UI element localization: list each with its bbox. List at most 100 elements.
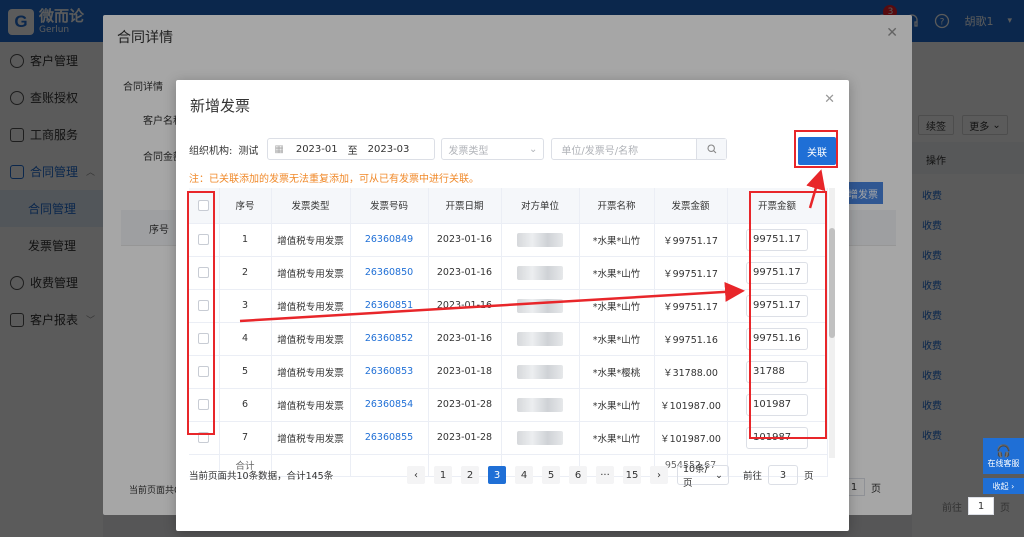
- cell-invoice-no[interactable]: 26360855: [350, 421, 429, 455]
- prev-page-button[interactable]: ‹: [407, 466, 425, 484]
- row-select-cell[interactable]: [189, 355, 220, 389]
- row-checkbox[interactable]: [198, 300, 210, 311]
- cell-amount: ￥99751.16: [654, 322, 728, 356]
- cell-date: 2023-01-16: [428, 322, 502, 356]
- table-row[interactable]: 4 增值税专用发票 26360852 2023-01-16 *水果*山竹 ￥99751.1…: [189, 322, 828, 356]
- cell-amount: ￥99751.17: [654, 256, 728, 290]
- scrollbar-thumb[interactable]: [829, 228, 835, 338]
- page-button[interactable]: ···: [596, 466, 614, 484]
- row-checkbox[interactable]: [198, 432, 210, 443]
- page-button[interactable]: 2: [461, 466, 479, 484]
- collapse-button[interactable]: 收起 ›: [983, 478, 1024, 494]
- select-placeholder: 发票类型: [448, 145, 489, 157]
- row-checkbox[interactable]: [198, 267, 210, 278]
- cell-issue-amount: 101987: [727, 388, 828, 422]
- table-row[interactable]: 2 增值税专用发票 26360850 2023-01-16 *水果*山竹 ￥99751.1…: [189, 256, 828, 290]
- invoice-type-select[interactable]: 发票类型 ⌄: [441, 138, 545, 160]
- issue-amount-input[interactable]: 99751.17: [746, 228, 808, 251]
- table-row[interactable]: 6 增值税专用发票 26360854 2023-01-28 *水果*山竹 ￥101987.…: [189, 388, 828, 422]
- row-select-cell[interactable]: [189, 421, 220, 455]
- cell-amount: ￥101987.00: [654, 388, 728, 422]
- cell-counterparty: [501, 322, 580, 356]
- row-select-cell[interactable]: [189, 388, 220, 422]
- cell-type: 增值税专用发票: [271, 388, 351, 422]
- add-invoice-dialog: 新增发票 ✕ 组织机构: 测试 ▦ 2023-01 至 2023-03 发票类型…: [176, 80, 849, 531]
- page-size-select[interactable]: 10条/页 ⌄: [677, 464, 729, 489]
- redacted-text: [517, 331, 563, 346]
- issue-amount-input[interactable]: 99751.17: [746, 261, 808, 284]
- online-service-widget[interactable]: 🎧 在线客服: [983, 438, 1024, 474]
- table-scrollbar[interactable]: [829, 188, 835, 458]
- page-button[interactable]: 1: [434, 466, 452, 484]
- page-button[interactable]: 3: [488, 466, 506, 484]
- page-button[interactable]: 5: [542, 466, 560, 484]
- cell-amount: ￥99751.17: [654, 289, 728, 323]
- table-row[interactable]: 3 增值税专用发票 26360851 2023-01-16 *水果*山竹 ￥99751.1…: [189, 289, 828, 323]
- date-to[interactable]: 2023-03: [368, 144, 410, 155]
- chevron-down-icon: ⌄: [528, 143, 538, 155]
- cell-invoice-no[interactable]: 26360854: [350, 388, 429, 422]
- cell-invoice-no[interactable]: 26360852: [350, 322, 429, 356]
- row-checkbox[interactable]: [198, 399, 210, 410]
- cell-date: 2023-01-16: [428, 256, 502, 290]
- col-header: 发票金额: [654, 188, 728, 224]
- search-icon[interactable]: [696, 139, 727, 159]
- cell-counterparty: [501, 223, 580, 257]
- close-icon[interactable]: ✕: [824, 92, 835, 107]
- issue-amount-input[interactable]: 101987: [746, 426, 808, 449]
- search-input[interactable]: 单位/发票号/名称: [551, 138, 728, 160]
- issue-amount-input[interactable]: 31788: [746, 360, 808, 383]
- cell-type: 增值税专用发票: [271, 421, 351, 455]
- issue-amount-input[interactable]: 101987: [746, 393, 808, 416]
- cell-counterparty: [501, 355, 580, 389]
- issue-amount-input[interactable]: 99751.17: [746, 294, 808, 317]
- headset-icon: 🎧: [996, 443, 1011, 458]
- cell-issue-amount: 99751.17: [727, 223, 828, 257]
- cell-seq: 7: [219, 421, 272, 455]
- invoice-table: 序号 发票类型 发票号码 开票日期 对方单位 开票名称 发票金额 开票金额 1增…: [189, 188, 828, 477]
- select-all-cell[interactable]: [189, 188, 220, 224]
- table-row[interactable]: 7 增值税专用发票 26360855 2023-01-28 *水果*山竹 ￥101987.…: [189, 421, 828, 455]
- cell-item-name: *水果*山竹: [579, 322, 655, 356]
- page-button[interactable]: 4: [515, 466, 533, 484]
- row-select-cell[interactable]: [189, 223, 220, 257]
- next-page-button[interactable]: ›: [650, 466, 668, 484]
- cell-invoice-no[interactable]: 26360849: [350, 223, 429, 257]
- row-select-cell[interactable]: [189, 289, 220, 323]
- org-value[interactable]: 测试: [238, 142, 258, 157]
- page-button[interactable]: 15: [623, 466, 641, 484]
- col-header: 对方单位: [501, 188, 580, 224]
- redacted-text: [517, 364, 563, 379]
- date-sep: 至: [347, 145, 358, 157]
- col-header: 开票名称: [579, 188, 655, 224]
- cell-date: 2023-01-28: [428, 388, 502, 422]
- table-header-row: 序号 发票类型 发票号码 开票日期 对方单位 开票名称 发票金额 开票金额: [189, 188, 828, 224]
- page-button[interactable]: 6: [569, 466, 587, 484]
- row-select-cell[interactable]: [189, 256, 220, 290]
- goto-page-input[interactable]: 1: [968, 497, 994, 515]
- date-range-picker[interactable]: ▦ 2023-01 至 2023-03: [267, 138, 436, 160]
- cell-counterparty: [501, 256, 580, 290]
- select-all-checkbox[interactable]: [198, 199, 210, 211]
- row-checkbox[interactable]: [198, 234, 210, 245]
- search-placeholder: 单位/发票号/名称: [561, 145, 639, 157]
- col-header: 开票日期: [428, 188, 502, 224]
- row-checkbox[interactable]: [198, 333, 210, 344]
- date-from[interactable]: 2023-01: [296, 144, 338, 155]
- row-select-cell[interactable]: [189, 322, 220, 356]
- table-row[interactable]: 1 增值税专用发票 26360849 2023-01-16 *水果*山竹 ￥99751.1…: [189, 223, 828, 257]
- cell-amount: ￥101987.00: [654, 421, 728, 455]
- redacted-text: [517, 265, 563, 280]
- issue-amount-input[interactable]: 99751.16: [746, 327, 808, 350]
- cell-seq: 5: [219, 355, 272, 389]
- cell-invoice-no[interactable]: 26360853: [350, 355, 429, 389]
- goto-page-input[interactable]: 3: [768, 465, 799, 485]
- cell-invoice-no[interactable]: 26360851: [350, 289, 429, 323]
- table-row[interactable]: 5 增值税专用发票 26360853 2023-01-18 *水果*樱桃 ￥31788.0…: [189, 355, 828, 389]
- row-checkbox[interactable]: [198, 366, 210, 377]
- cell-counterparty: [501, 388, 580, 422]
- associate-button[interactable]: 关联: [798, 137, 836, 165]
- cell-item-name: *水果*山竹: [579, 421, 655, 455]
- cell-invoice-no[interactable]: 26360850: [350, 256, 429, 290]
- cell-issue-amount: 99751.16: [727, 322, 828, 356]
